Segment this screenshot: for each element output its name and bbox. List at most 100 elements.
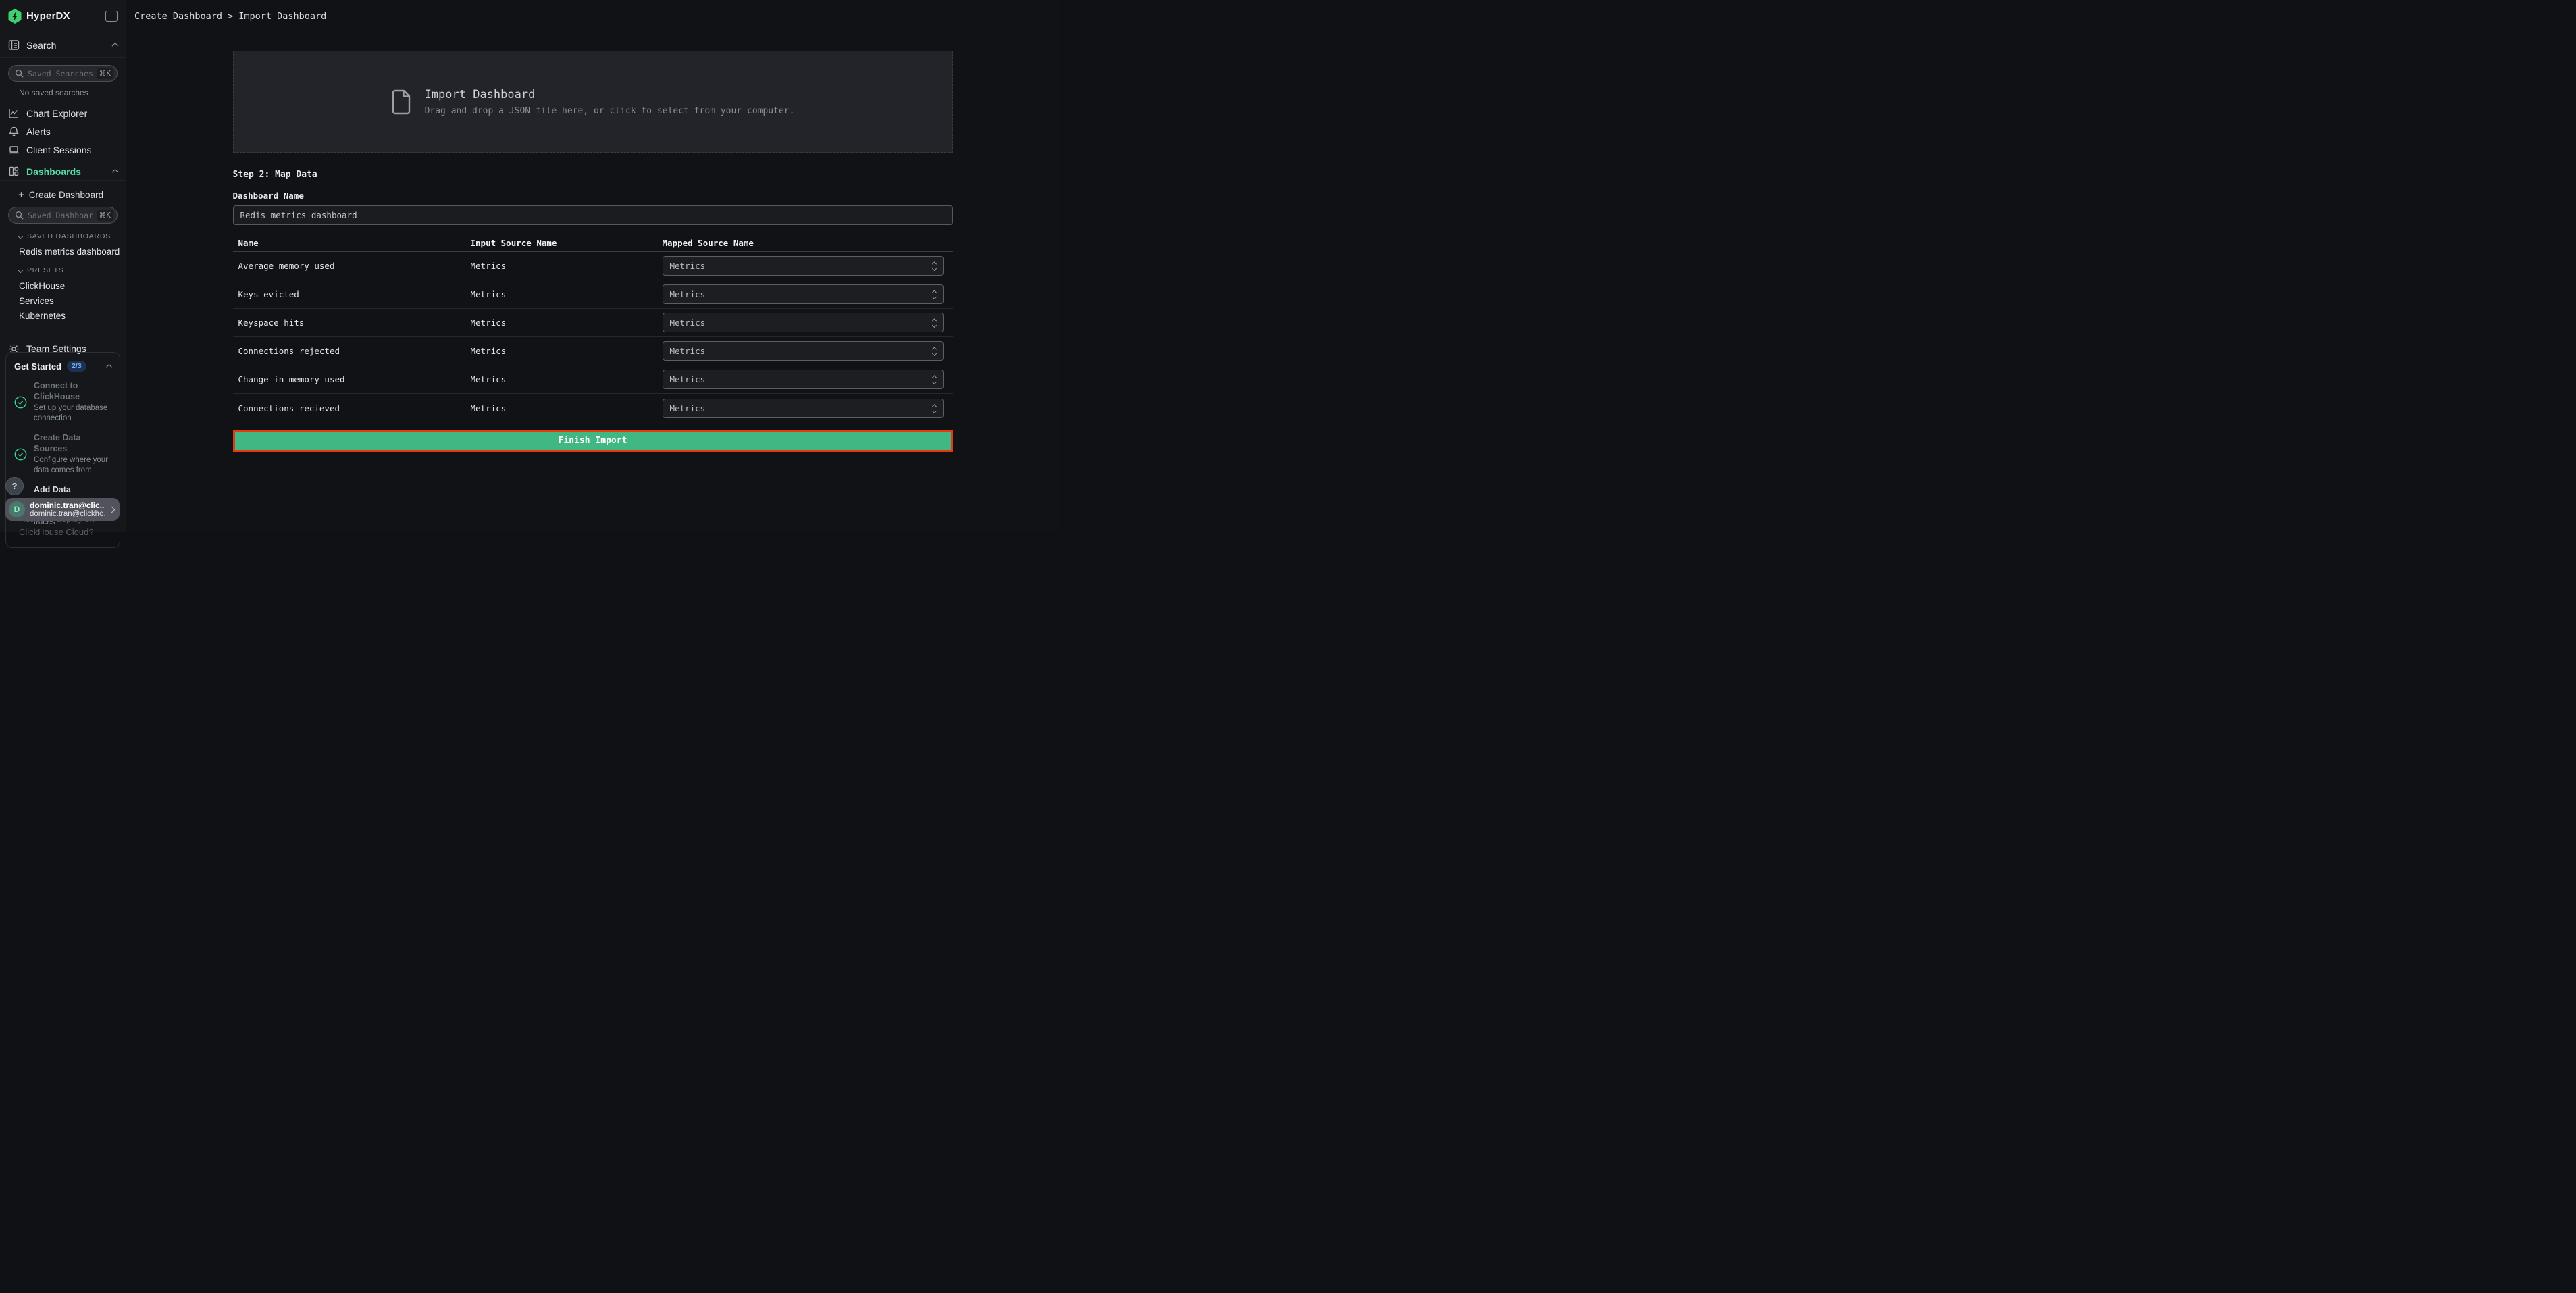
mapped-source-select[interactable]: Metrics [663,313,944,332]
section-dashboards[interactable]: Dashboards [0,162,126,181]
select-updown-icon [933,375,936,384]
chevron-up-icon [112,169,119,176]
search-icon [15,69,24,78]
row-input-source: Metrics [471,346,663,356]
mapped-source-select[interactable]: Metrics [663,284,944,304]
check-circle-icon [14,448,27,461]
breadcrumb-import-dashboard: Import Dashboard [238,11,326,22]
chevron-right-icon [109,506,115,513]
preset-item-clickhouse[interactable]: ClickHouse [0,281,126,291]
user-email: dominic.tran@clickho... [30,510,105,518]
search-section-icon [8,39,20,51]
row-input-source: Metrics [471,403,663,413]
dashboard-name-input[interactable] [233,205,953,225]
bell-icon [8,126,20,137]
shortcut-badge: ⌘K [97,210,113,221]
help-button[interactable]: ? [5,477,24,495]
saved-dashboards-input[interactable]: Saved Dashboards ⌘K [8,207,118,224]
shortcut-badge: ⌘K [97,68,113,79]
header-name: Name [233,238,471,248]
get-started-step-sources[interactable]: Create Data Sources Configure where your… [14,433,111,476]
main-area: Create Dashboard > Import Dashboard Import… [126,0,1059,532]
preset-item-services[interactable]: Services [0,296,126,306]
preset-item-kubernetes[interactable]: Kubernetes [0,311,126,321]
saved-searches-input[interactable]: Saved Searches ⌘K [8,65,118,82]
breadcrumb: Create Dashboard > Import Dashboard [134,11,326,22]
get-started-title: Get Started [14,361,61,372]
table-row: Average memory used Metrics Metrics [233,252,953,280]
dashboards-label: Dashboards [26,166,81,177]
search-icon [15,211,24,220]
mapped-source-select[interactable]: Metrics [663,399,944,418]
table-row: Keys evicted Metrics Metrics [233,280,953,309]
sidebar: HyperDX Search [0,0,126,532]
section-search[interactable]: Search [0,32,126,58]
step-title: Connect to ClickHouse [34,381,111,402]
header-mapped-source: Mapped Source Name [663,238,953,248]
table-header-row: Name Input Source Name Mapped Source Nam… [233,234,953,252]
file-icon [391,89,411,115]
group-presets[interactable]: PRESETS [0,266,126,274]
select-updown-icon [933,347,936,355]
user-name: dominic.tran@clic... [30,501,105,510]
app-root: HyperDX Search [0,0,1059,532]
content-scroll: Import Dashboard Drag and drop a JSON fi… [126,32,1059,532]
step-subtitle: Configure where your data comes from [34,455,111,476]
table-row: Change in memory used Metrics Metrics [233,365,953,394]
mapping-table: Name Input Source Name Mapped Source Nam… [233,234,953,422]
table-row: Connections recieved Metrics Metrics [233,394,953,422]
mapped-source-select[interactable]: Metrics [663,256,944,276]
group-saved-dashboards[interactable]: SAVED DASHBOARDS [0,232,126,240]
get-started-header[interactable]: Get Started 2/3 [14,361,111,372]
row-input-source: Metrics [471,318,663,328]
step-title: Step 2: Map Data [233,170,953,180]
plus-icon: + [18,190,24,200]
row-name: Connections recieved [233,403,471,413]
logo-row: HyperDX [0,0,126,32]
breadcrumb-separator: > [228,11,233,22]
step-subtitle: Set up your database connection [34,403,111,424]
saved-searches-placeholder: Saved Searches [28,69,93,78]
row-input-source: Metrics [471,289,663,299]
dropzone-subtitle: Drag and drop a JSON file here, or click… [425,106,795,116]
check-circle-icon [14,396,27,409]
sidebar-collapse-icon[interactable] [105,11,118,22]
sidebar-item-alerts[interactable]: Alerts [0,122,126,141]
select-updown-icon [933,318,936,327]
row-input-source: Metrics [471,374,663,384]
row-name: Keyspace hits [233,318,471,328]
row-name: Connections rejected [233,346,471,356]
row-name: Change in memory used [233,374,471,384]
no-saved-searches-note: No saved searches [19,88,118,97]
step-title: Add Data [34,485,95,496]
saved-dashboard-item[interactable]: Redis metrics dashboard [0,247,126,257]
sidebar-item-chart-explorer[interactable]: Chart Explorer [0,104,126,122]
header-input-source: Input Source Name [471,238,663,248]
get-started-step-connect[interactable]: Connect to ClickHouse Set up your databa… [14,381,111,424]
dashboard-name-label: Dashboard Name [233,191,953,201]
chevron-up-icon [106,363,113,370]
create-dashboard-button[interactable]: + Create Dashboard [0,186,126,203]
row-input-source: Metrics [471,261,663,271]
chevron-up-icon [112,43,119,49]
breadcrumb-create-dashboard[interactable]: Create Dashboard [134,11,222,22]
sidebar-item-client-sessions[interactable]: Client Sessions [0,141,126,159]
search-section-label: Search [26,40,56,51]
avatar: D [9,501,25,517]
chart-line-icon [8,107,20,119]
table-row: Keyspace hits Metrics Metrics [233,309,953,337]
dropzone-title: Import Dashboard [425,88,795,101]
mapped-source-select[interactable]: Metrics [663,341,944,361]
chevron-down-icon [18,234,23,238]
row-name: Average memory used [233,261,471,271]
mapped-source-select[interactable]: Metrics [663,370,944,389]
saved-dashboards-placeholder: Saved Dashboards [28,211,93,220]
select-updown-icon [933,404,936,413]
laptop-icon [8,144,20,155]
import-dropzone[interactable]: Import Dashboard Drag and drop a JSON fi… [233,51,953,153]
user-account-chip[interactable]: D dominic.tran@clic... dominic.tran@clic… [5,498,120,521]
chevron-down-icon [18,268,23,272]
app-title: HyperDX [26,10,70,22]
finish-import-button[interactable]: Finish Import [233,430,953,452]
topbar: Create Dashboard > Import Dashboard [126,0,1059,32]
